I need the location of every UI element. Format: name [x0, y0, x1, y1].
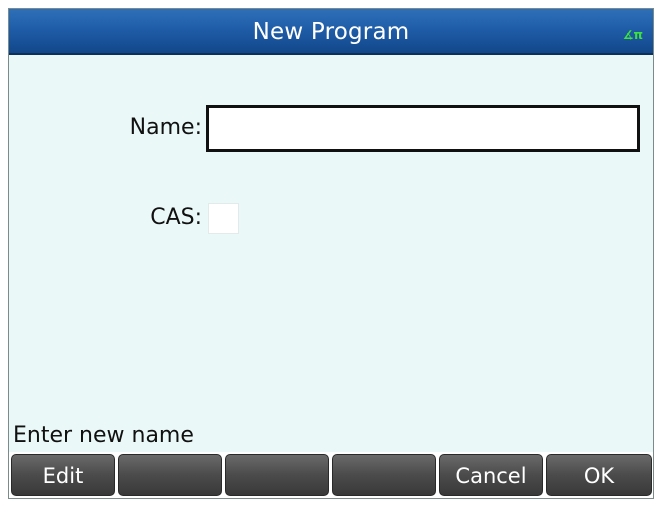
- softkey-ok[interactable]: OK: [546, 454, 652, 496]
- softkey-edit[interactable]: Edit: [11, 454, 115, 496]
- cas-label: CAS:: [150, 205, 202, 230]
- angle-mode-icon: ∡π: [622, 28, 643, 42]
- cas-checkbox[interactable]: [208, 203, 239, 234]
- softkey-2[interactable]: [118, 454, 222, 496]
- name-label: Name:: [129, 115, 202, 140]
- softkey-4[interactable]: [332, 454, 436, 496]
- softkey-menu: Edit Cancel OK: [9, 452, 653, 498]
- window-title: New Program: [252, 19, 410, 45]
- status-message: Enter new name: [13, 423, 194, 448]
- app-screen: New Program ∡π Name: CAS: Enter new name…: [8, 8, 654, 499]
- name-input[interactable]: [206, 105, 640, 152]
- softkey-3[interactable]: [225, 454, 329, 496]
- title-bar: New Program ∡π: [9, 9, 653, 55]
- softkey-cancel[interactable]: Cancel: [439, 454, 543, 496]
